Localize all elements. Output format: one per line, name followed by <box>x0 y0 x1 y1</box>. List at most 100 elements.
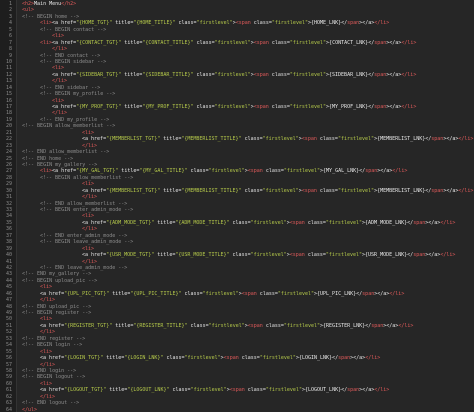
code-token: "{REGISTER_TITLE}" <box>133 322 188 329</box>
code-token: title= <box>106 387 128 394</box>
code-token: class= <box>316 136 338 143</box>
code-token: <a href= <box>82 252 107 259</box>
code-token: span <box>347 387 360 394</box>
code-token: "firstlevel" <box>325 252 363 259</box>
code-editor[interactable]: 1 <h2>Main Menu</h2> 2 <ul> 3 <!-- BEGIN home… <box>0 0 474 412</box>
code-token: </li> <box>374 387 390 394</box>
code-token: span <box>371 322 384 329</box>
code-token: "firstlevel" <box>277 290 314 297</box>
code-token: <!-- BEGIN upload_pic --> <box>22 277 98 284</box>
code-token: "{SIDEBAR_TGT}" <box>76 71 122 78</box>
code-token: <a href= <box>40 290 65 297</box>
code-token: >{ADM_MODE_LNK}</ <box>362 219 414 226</box>
code-token: </li> <box>52 110 68 117</box>
code-token: <li> <box>40 168 53 175</box>
code-token: class= <box>175 20 197 27</box>
code-token: <!-- BEGIN register --> <box>22 310 92 316</box>
code-token: title= <box>121 39 143 46</box>
code-token: <a href= <box>52 71 77 78</box>
code-token: <li> <box>82 129 95 136</box>
code-token: </li> <box>82 226 98 233</box>
code-token: "firstlevel" <box>283 168 321 175</box>
code-token: <!-- END login --> <box>22 367 77 374</box>
code-token: <span <box>253 71 269 78</box>
code-token: </li> <box>52 78 68 85</box>
code-token: <!-- END home --> <box>22 155 74 162</box>
code-token: "{UPL_PIC_TGT}" <box>64 290 110 297</box>
code-token: <!-- BEGIN home --> <box>22 13 80 20</box>
code-token: "firstlevel" <box>337 136 375 143</box>
code-token: </li> <box>401 104 417 110</box>
code-token: span <box>413 219 426 226</box>
code-token: >{REGISTER_LNK}</ <box>320 322 372 329</box>
code-token: ></a> <box>359 20 375 27</box>
code-token: class= <box>244 387 266 394</box>
code-token: "firstlevel" <box>337 187 375 194</box>
code-token: class= <box>169 387 191 394</box>
code-token: class= <box>250 20 272 27</box>
code-token: "firstlevel" <box>190 387 227 394</box>
code-token: </li> <box>374 20 390 27</box>
code-token: class= <box>268 104 290 110</box>
code-token: ></a> <box>359 387 375 394</box>
code-token: "firstlevel" <box>265 387 302 394</box>
code-token: ></a> <box>425 219 441 226</box>
code-token: <span <box>301 136 317 143</box>
code-token: "firstlevel" <box>214 39 251 46</box>
code-token: <!-- END allow_memberlist --> <box>40 200 128 207</box>
code-token: title= <box>109 290 131 297</box>
code-token: <!-- END my_profile --> <box>40 116 110 123</box>
code-token: "firstlevel" <box>214 104 251 110</box>
code-token: "{USR_MODE_TITLE}" <box>175 252 230 259</box>
code-token: "firstlevel" <box>208 322 245 329</box>
code-token: class= <box>193 104 215 110</box>
code-token: span <box>374 39 387 46</box>
code-token: <a href= <box>52 168 77 175</box>
code-token: </li> <box>458 136 474 143</box>
code-token: >{UPL_PIC_LNK}</ <box>314 290 363 297</box>
code-token: <!-- END leave_admin_mode --> <box>40 264 128 271</box>
code-token: <!-- BEGIN allow_memberlist --> <box>22 123 116 130</box>
code-token: "{HOME_TITLE}" <box>133 20 176 27</box>
code-token: "{UPL_PIC_TITLE}" <box>130 290 182 297</box>
code-line[interactable]: 64 </ul> <box>0 407 474 412</box>
code-token: "{LOGIN_LNK}" <box>124 355 164 362</box>
code-token: </li> <box>40 329 56 336</box>
code-token: "firstlevel" <box>289 39 327 46</box>
code-token: class= <box>241 136 263 143</box>
code-token: <!-- BEGIN sidebar --> <box>40 58 107 65</box>
code-token: "firstlevel" <box>202 290 239 297</box>
code-token: "firstlevel" <box>214 71 251 78</box>
code-token: "firstlevel" <box>250 252 287 259</box>
code-token: class= <box>268 71 290 78</box>
code-token: title= <box>160 136 182 143</box>
code-token: >{MY_GAL_LNK}</ <box>320 168 366 175</box>
code-token: ></a> <box>386 104 402 110</box>
code-token: "{CONTACT_TITLE}" <box>142 39 194 46</box>
code-token: <a href= <box>40 387 65 394</box>
code-token: class= <box>304 252 326 259</box>
code-token: ></a> <box>383 322 399 329</box>
code-token: <a href= <box>52 20 77 27</box>
code-token: class= <box>229 219 251 226</box>
code-token: "firstlevel" <box>289 71 326 78</box>
code-token: title= <box>103 355 125 362</box>
code-token: <span <box>247 322 263 329</box>
code-token: <!-- BEGIN login --> <box>22 342 83 349</box>
code-token: "firstlevel" <box>259 355 296 362</box>
code-token: <a href= <box>82 136 107 143</box>
code-token: </li> <box>392 168 408 175</box>
code-token: <a href= <box>82 187 107 194</box>
code-token: </li> <box>82 142 98 149</box>
code-token: </li> <box>389 290 405 297</box>
code-token: "{HOME_TGT}" <box>76 20 113 27</box>
code-token: "{LOGOUT_TGT}" <box>64 387 107 394</box>
code-token: <!-- BEGIN leave_admin_mode --> <box>40 239 134 246</box>
code-token: "{MEMBERLIST_TGT}" <box>106 187 161 194</box>
code-token: <!-- BEGIN allow_memberlist --> <box>40 174 134 181</box>
code-token: title= <box>160 187 182 194</box>
code-token: <li> <box>40 348 53 355</box>
code-token: "firstlevel" <box>325 219 363 226</box>
code-token: class= <box>163 355 185 362</box>
code-token: </li> <box>40 393 56 400</box>
